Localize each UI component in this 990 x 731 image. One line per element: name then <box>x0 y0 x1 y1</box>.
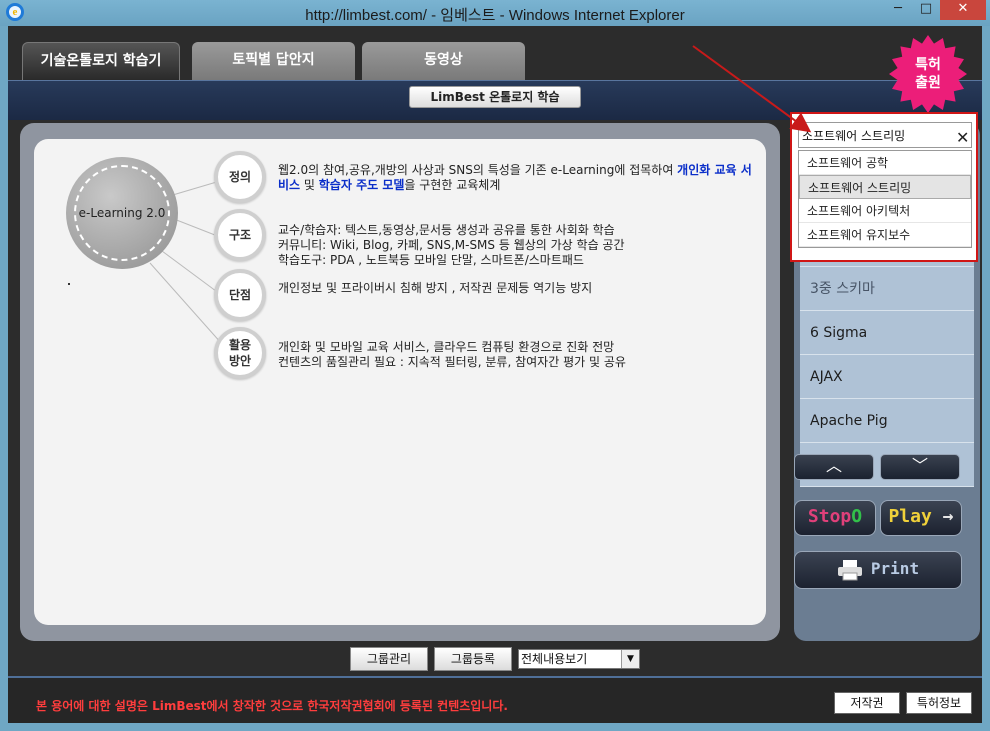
play-label: Play <box>888 506 932 527</box>
suggestion-item[interactable]: 소프트웨어 공학 <box>799 151 971 175</box>
suggestion-item[interactable]: 소프트웨어 스트리밍 <box>799 175 971 199</box>
topic-list-item[interactable]: AJAX <box>800 355 974 399</box>
patent-badge-line1: 특허 <box>915 57 941 73</box>
stray-dot <box>68 283 70 285</box>
stop-label: Stop <box>807 506 852 527</box>
printer-icon <box>837 559 862 580</box>
center-node: e-Learning 2.0 <box>66 157 178 269</box>
patent-badge-line2: 출원 <box>915 75 941 91</box>
scroll-down-button[interactable]: ﹀ <box>880 454 960 480</box>
content-panel: e-Learning 2.0 정의 구조 단점 활용방안 웹2.0의 참여,공유… <box>20 123 780 641</box>
description-line: 교수/학습자: 텍스트,동영상,문서등 생성과 공유를 통한 사회화 학습 <box>278 223 758 238</box>
description-line: 컨텐츠의 품질관리 필요 : 지속적 필터링, 분류, 참여자간 평가 및 공유 <box>278 355 758 370</box>
group-register-button[interactable]: 그룹등록 <box>434 647 512 671</box>
tab-topic-answers[interactable]: 토픽별 답안지 <box>192 42 355 80</box>
maximize-button[interactable]: □ <box>912 0 940 20</box>
description-fragment: 학습도구: PDA , 노트북등 모바일 단말, 스마트폰/스마트패드 <box>278 253 584 267</box>
dropdown-arrow-icon[interactable]: ▼ <box>621 650 639 668</box>
patent-pending-badge: 특허 출원 <box>888 34 968 114</box>
search-input[interactable]: 소프트웨어 스트리밍 <box>798 122 972 148</box>
description-fragment: 을 구현한 교육체계 <box>404 178 501 192</box>
view-mode-value: 전체내용보기 <box>521 652 588 666</box>
concept-map: e-Learning 2.0 정의 구조 단점 활용방안 웹2.0의 참여,공유… <box>34 139 766 625</box>
description-line: 학습도구: PDA , 노트북등 모바일 단말, 스마트폰/스마트패드 <box>278 253 758 268</box>
description-line: 개인정보 및 프라이버시 침해 방지 , 저작권 문제등 역기능 방지 <box>278 281 758 296</box>
search-highlight-box: 소프트웨어 스트리밍 ✕ 소프트웨어 공학 소프트웨어 스트리밍 소프트웨어 아키텍… <box>790 112 978 262</box>
section-definition-bubble: 정의 <box>214 151 266 203</box>
suggestion-item[interactable]: 소프트웨어 유지보수 <box>799 223 971 247</box>
print-button[interactable]: Print <box>794 551 962 589</box>
usage-bubble-line: 활용 <box>228 338 252 352</box>
footer: 본 용어에 대한 설명은 LimBest에서 창작한 것으로 한국저작권협회에 … <box>8 678 982 723</box>
highlighted-term: 학습자 주도 모델 <box>318 178 405 192</box>
description-fragment: 개인화 및 모바일 교육 서비스, 클라우드 컴퓨팅 환경으로 진화 전망 <box>278 340 615 354</box>
section-structure-text: 교수/학습자: 텍스트,동영상,문서등 생성과 공유를 통한 사회화 학습 커뮤니… <box>278 223 758 268</box>
description-fragment: 컨텐츠의 품질관리 필요 : 지속적 필터링, 분류, 참여자간 평가 및 공유 <box>278 355 626 369</box>
tab-ontology-learner[interactable]: 기술온톨로지 학습기 <box>22 42 180 80</box>
description-fragment: 웹2.0의 참여,공유,개방의 사상과 SNS의 특성을 기존 e-Learni… <box>278 163 678 177</box>
section-usage-bubble: 활용방안 <box>214 327 266 379</box>
stop-o-glyph: O <box>851 506 863 527</box>
section-usage-text: 개인화 및 모바일 교육 서비스, 클라우드 컴퓨팅 환경으로 진화 전망 컨텐츠… <box>278 340 758 370</box>
topic-list-item[interactable]: 3중 스키마 <box>800 267 974 311</box>
copyright-notice: 본 용어에 대한 설명은 LimBest에서 창작한 것으로 한국저작권협회에 … <box>36 699 508 713</box>
clear-search-icon[interactable]: ✕ <box>956 128 969 147</box>
subtab-limbest-ontology[interactable]: LimBest 온톨로지 학습 <box>409 86 581 108</box>
description-fragment: 커뮤니티: Wiki, Blog, 카페, SNS,M-SMS 등 웹상의 가상… <box>278 238 625 252</box>
suggestion-list: 소프트웨어 공학 소프트웨어 스트리밍 소프트웨어 아키텍처 소프트웨어 유지보수 <box>798 150 972 248</box>
play-arrow-icon: → <box>942 506 954 527</box>
copyright-button[interactable]: 저작권 <box>834 692 900 714</box>
section-drawback-bubble: 단점 <box>214 269 266 321</box>
close-window-button[interactable]: ✕ <box>940 0 986 20</box>
play-button[interactable]: Play → <box>880 500 962 536</box>
center-node-label: e-Learning 2.0 <box>74 165 170 261</box>
topic-list-item[interactable]: 6 Sigma <box>800 311 974 355</box>
section-drawback-text: 개인정보 및 프라이버시 침해 방지 , 저작권 문제등 역기능 방지 <box>278 281 758 296</box>
description-fragment: 개인정보 및 프라이버시 침해 방지 , 저작권 문제등 역기능 방지 <box>278 281 593 295</box>
section-structure-bubble: 구조 <box>214 209 266 261</box>
stop-button[interactable]: StopO <box>794 500 876 536</box>
description-fragment: 교수/학습자: 텍스트,동영상,문서등 생성과 공유를 통한 사회화 학습 <box>278 223 615 237</box>
scroll-up-button[interactable]: ︿ <box>794 454 874 480</box>
window-title-bar: e http://limbest.com/ - 임베스트 - Windows I… <box>0 0 990 26</box>
patent-info-button[interactable]: 특허정보 <box>906 692 972 714</box>
usage-bubble-line: 방안 <box>228 354 252 368</box>
description-line: 웹2.0의 참여,공유,개방의 사상과 SNS의 특성을 기존 e-Learni… <box>278 163 758 193</box>
print-label: Print <box>870 559 920 578</box>
window-title: http://limbest.com/ - 임베스트 - Windows Int… <box>305 7 685 24</box>
description-line: 커뮤니티: Wiki, Blog, 카페, SNS,M-SMS 등 웹상의 가상… <box>278 238 758 253</box>
suggestion-item[interactable]: 소프트웨어 아키텍처 <box>799 199 971 223</box>
minimize-button[interactable]: ─ <box>884 0 912 20</box>
tab-video[interactable]: 동영상 <box>362 42 525 80</box>
topic-list-item[interactable]: Apache Pig <box>800 399 974 443</box>
section-definition-text: 웹2.0의 참여,공유,개방의 사상과 SNS의 특성을 기존 e-Learni… <box>278 163 758 193</box>
description-fragment: 및 <box>300 178 319 192</box>
group-manage-button[interactable]: 그룹관리 <box>350 647 428 671</box>
view-mode-select[interactable]: 전체내용보기 ▼ <box>518 649 640 669</box>
description-line: 개인화 및 모바일 교육 서비스, 클라우드 컴퓨팅 환경으로 진화 전망 <box>278 340 758 355</box>
